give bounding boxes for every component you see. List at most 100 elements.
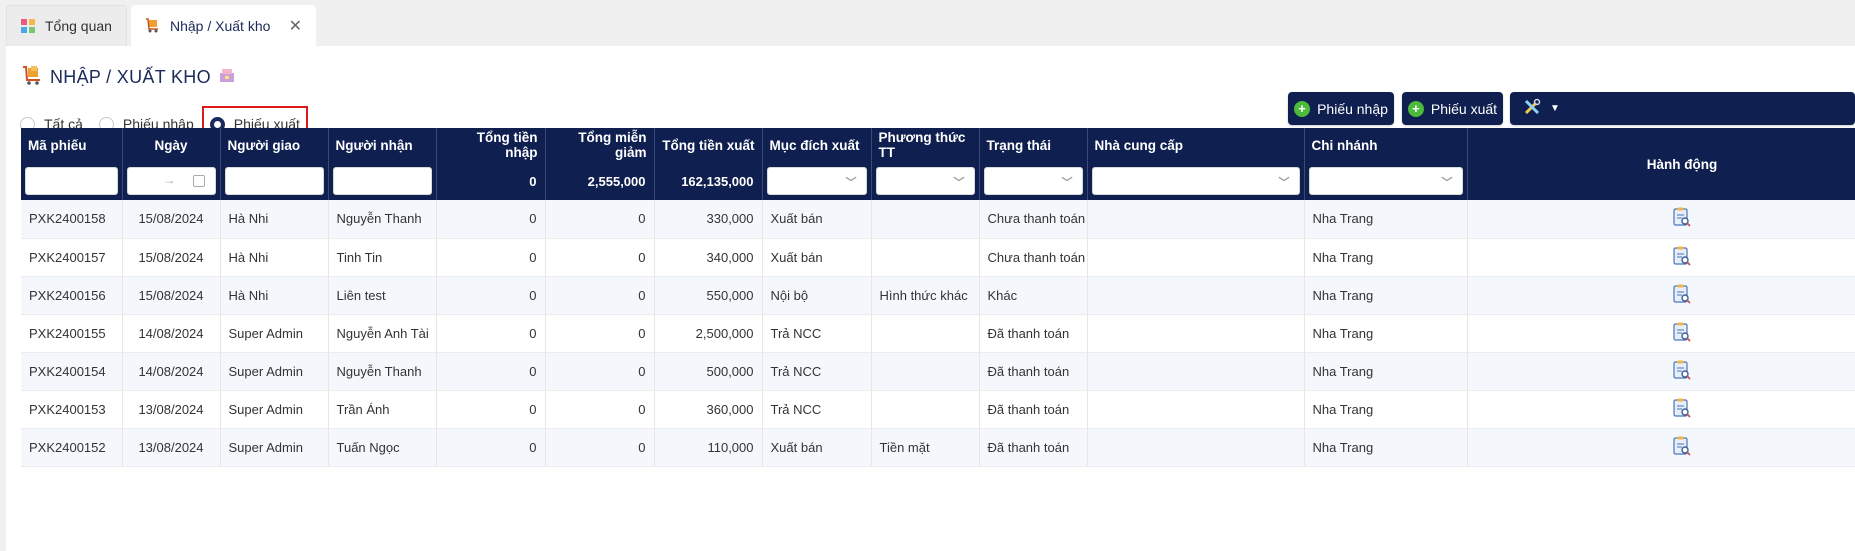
table-cell	[1087, 200, 1305, 239]
table-cell: 13/08/2024	[122, 390, 221, 429]
plus-icon: +	[1407, 100, 1424, 117]
table-cell	[1087, 390, 1305, 429]
box-icon	[219, 67, 235, 88]
action-cell	[1467, 238, 1855, 277]
tools-menu-button[interactable]: ▼	[1510, 92, 1855, 125]
column-header[interactable]: Nhà cung cấp	[1087, 128, 1305, 162]
create-import-button[interactable]: + Phiếu nhập	[1288, 92, 1394, 125]
tab-label: Nhập / Xuất kho	[170, 17, 271, 34]
table-cell: 110,000	[654, 428, 763, 467]
table-cell: Nha Trang	[1304, 390, 1468, 429]
table-cell: 13/08/2024	[122, 428, 221, 467]
action-cell	[1467, 200, 1855, 239]
table-cell: 0	[436, 276, 546, 315]
column-header[interactable]: Trạng thái	[979, 128, 1088, 162]
date-range-input[interactable]: →	[126, 167, 216, 195]
filter-cell: →	[122, 162, 221, 200]
table-cell[interactable]: PXK2400156	[21, 276, 123, 315]
column-header[interactable]: Tổng tiền xuất	[654, 128, 763, 162]
column-header[interactable]: Mục đích xuất	[762, 128, 872, 162]
column-header[interactable]: Tổng tiền nhập	[436, 128, 546, 162]
dashboard-icon	[21, 19, 35, 33]
view-detail-icon[interactable]	[1673, 207, 1691, 230]
table-row[interactable]: PXK2400153 13/08/2024 Super Admin Trần Ánh 0…	[21, 390, 1855, 429]
supplier-select[interactable]: ﹀	[1091, 167, 1300, 195]
filter-cell: ﹀	[1087, 162, 1305, 200]
table-cell: Nha Trang	[1304, 276, 1468, 315]
view-detail-icon[interactable]	[1673, 246, 1691, 269]
deliverer-filter-input[interactable]	[224, 167, 324, 195]
view-detail-icon[interactable]	[1673, 284, 1691, 307]
column-header[interactable]: Mã phiếu	[21, 128, 123, 162]
table-cell: Trần Ánh	[328, 390, 437, 429]
code-filter-input[interactable]	[25, 167, 118, 195]
column-header[interactable]: Người giao	[220, 128, 329, 162]
purpose-select[interactable]: ﹀	[766, 167, 867, 195]
tab-label: Tổng quan	[45, 18, 112, 34]
table-row[interactable]: PXK2400156 15/08/2024 Hà Nhi Liên test 0 0 550…	[21, 276, 1855, 315]
table-cell[interactable]: PXK2400152	[21, 428, 123, 467]
tab-overview[interactable]: Tổng quan	[6, 5, 127, 46]
table-cell: 0	[436, 200, 546, 239]
table-cell: Đã thanh toán	[979, 428, 1088, 467]
status-select[interactable]: ﹀	[983, 167, 1083, 195]
cart-icon	[145, 18, 160, 33]
column-header[interactable]: Hành động	[1467, 128, 1855, 200]
table-cell[interactable]: PXK2400158	[21, 200, 123, 239]
chevron-down-icon: ﹀	[845, 177, 857, 189]
table-cell	[871, 352, 980, 391]
table-cell: 340,000	[654, 238, 763, 277]
receiver-filter-input[interactable]	[332, 167, 432, 195]
chevron-down-icon: ▼	[1550, 103, 1560, 114]
column-header[interactable]: Chi nhánh	[1304, 128, 1468, 162]
view-detail-icon[interactable]	[1673, 360, 1691, 383]
action-cell	[1467, 314, 1855, 353]
chevron-down-icon: ﹀	[1061, 177, 1073, 189]
table-cell: 0	[545, 314, 655, 353]
view-detail-icon[interactable]	[1673, 322, 1691, 345]
table-cell: Đã thanh toán	[979, 390, 1088, 429]
payment-method-select[interactable]: ﹀	[875, 167, 975, 195]
table-row[interactable]: PXK2400155 14/08/2024 Super Admin Nguyễn An…	[21, 314, 1855, 353]
branch-select[interactable]: ﹀	[1308, 167, 1463, 195]
column-header[interactable]: Tổng miễn giảm	[545, 128, 655, 162]
table-cell: Nha Trang	[1304, 314, 1468, 353]
table-cell: 0	[545, 390, 655, 429]
column-header[interactable]: Người nhận	[328, 128, 437, 162]
view-detail-icon[interactable]	[1673, 398, 1691, 421]
filter-cell: ﹀	[871, 162, 980, 200]
tab-inventory[interactable]: Nhập / Xuất kho ✕	[131, 5, 316, 46]
table-cell[interactable]: PXK2400153	[21, 390, 123, 429]
table-cell: 14/08/2024	[122, 352, 221, 391]
table-cell: Đã thanh toán	[979, 314, 1088, 353]
table-cell: Super Admin	[220, 314, 329, 353]
action-cell	[1467, 390, 1855, 429]
table-cell[interactable]: PXK2400157	[21, 238, 123, 277]
table-cell: Nguyễn Anh Tài	[328, 314, 437, 353]
table-cell: 0	[545, 276, 655, 315]
table-cell[interactable]: PXK2400154	[21, 352, 123, 391]
button-label: Phiếu nhập	[1317, 100, 1388, 117]
vouchers-table: Mã phiếu Ngày Người giao Người nhận Tổng tiề…	[21, 128, 1855, 551]
tab-bar: Tổng quan Nhập / Xuất kho ✕	[0, 0, 1855, 46]
table-cell: 0	[436, 390, 546, 429]
table-cell: Tuấn Ngọc	[328, 428, 437, 467]
table-row[interactable]: PXK2400158 15/08/2024 Hà Nhi Nguyễn Thanh 0 0…	[21, 200, 1855, 239]
view-detail-icon[interactable]	[1673, 436, 1691, 459]
table-cell: 15/08/2024	[122, 276, 221, 315]
close-icon[interactable]: ✕	[289, 16, 302, 36]
table-cell: Chưa thanh toán	[979, 200, 1088, 239]
table-row[interactable]: PXK2400154 14/08/2024 Super Admin Nguyễn Th…	[21, 352, 1855, 391]
create-export-button[interactable]: + Phiếu xuất	[1402, 92, 1503, 125]
table-cell: Hà Nhi	[220, 238, 329, 277]
filter-cell	[328, 162, 437, 200]
table-cell[interactable]: PXK2400155	[21, 314, 123, 353]
table-row[interactable]: PXK2400152 13/08/2024 Super Admin Tuấn Ngọc…	[21, 428, 1855, 467]
column-header[interactable]: Ngày	[122, 128, 221, 162]
column-header[interactable]: Phương thức TT	[871, 128, 980, 162]
filter-cell: ﹀	[979, 162, 1088, 200]
table-row[interactable]: PXK2400157 15/08/2024 Hà Nhi Tinh Tin 0 0 340,…	[21, 238, 1855, 277]
cart-icon	[22, 65, 42, 90]
table-cell: 0	[545, 238, 655, 277]
table-cell: Hà Nhi	[220, 276, 329, 315]
